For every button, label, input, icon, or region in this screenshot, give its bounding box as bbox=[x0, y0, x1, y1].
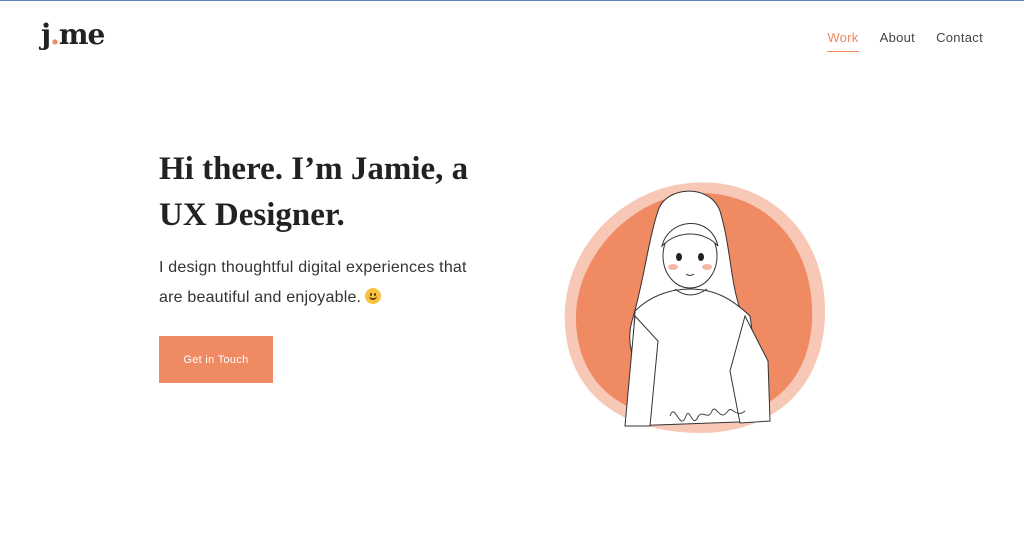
eye-left bbox=[676, 253, 682, 261]
blush-left bbox=[668, 264, 678, 270]
logo-dot: . bbox=[50, 18, 60, 51]
portrait-illustration bbox=[564, 182, 825, 433]
site-logo[interactable]: j.me bbox=[41, 15, 105, 55]
main-nav: Work About Contact bbox=[827, 30, 983, 52]
logo-prefix: j bbox=[41, 18, 51, 51]
nav-about-link[interactable]: About bbox=[880, 30, 915, 52]
hero-subtitle-text: I design thoughtful digital experiences … bbox=[159, 259, 467, 306]
smiling-face-icon bbox=[365, 288, 382, 304]
logo-suffix: me bbox=[58, 18, 105, 51]
nav-contact-link[interactable]: Contact bbox=[936, 30, 983, 52]
hero-subtitle: I design thoughtful digital experiences … bbox=[159, 253, 489, 313]
hero-title: Hi there. I’m Jamie, a UX Designer. bbox=[159, 151, 469, 233]
blush-right bbox=[702, 264, 712, 270]
eye-right bbox=[698, 253, 704, 261]
get-in-touch-button[interactable]: Get in Touch bbox=[159, 336, 273, 383]
nav-work-link[interactable]: Work bbox=[827, 30, 859, 52]
